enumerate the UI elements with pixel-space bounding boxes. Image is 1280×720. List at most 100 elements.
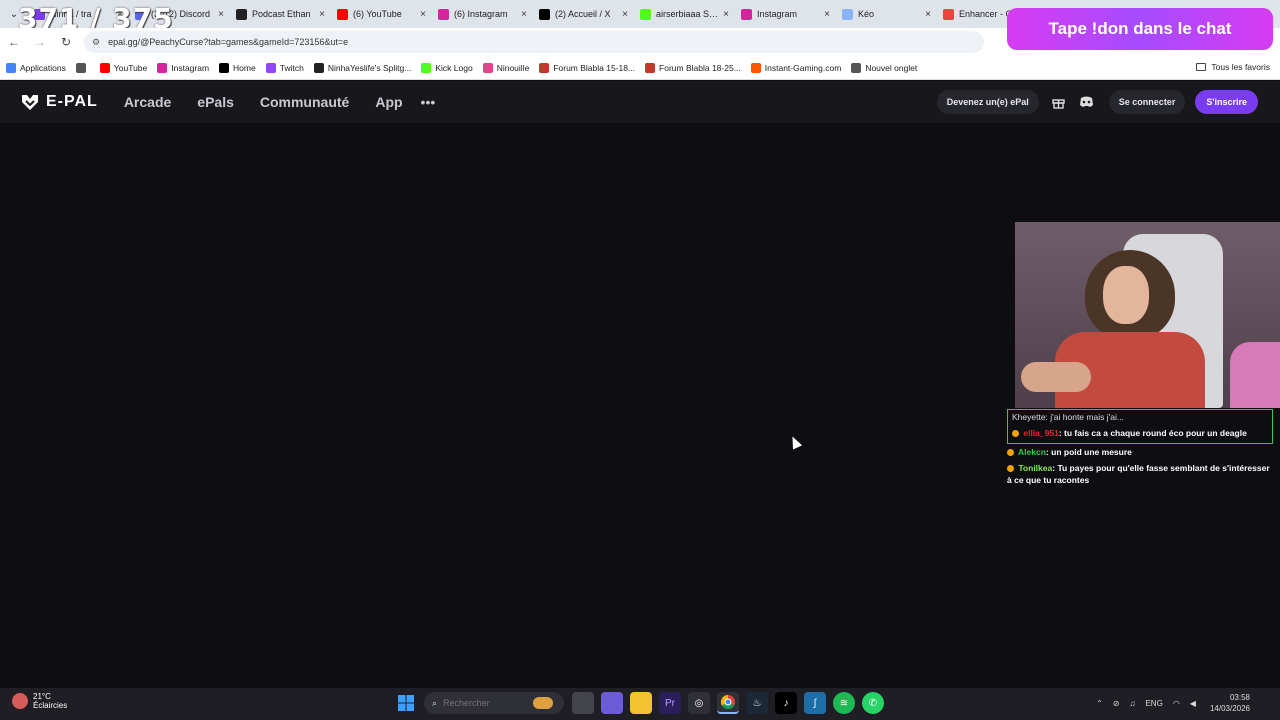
bookmark-item[interactable]: NinhaYeslife's Splitg... (313, 62, 412, 73)
bookmark-item[interactable]: Applications (6, 62, 66, 73)
tab-close-icon[interactable]: × (723, 9, 729, 20)
nav-arcade[interactable]: Arcade (124, 94, 171, 110)
tab-label: (6) YouTube (353, 9, 402, 19)
login-button[interactable]: Se connecter (1108, 90, 1186, 114)
webcam-overlay (1015, 222, 1280, 408)
tab-close-icon[interactable]: × (925, 9, 931, 20)
browser-tab[interactable]: (6) Instagram × (432, 0, 533, 28)
bookmark-favicon-icon (421, 62, 432, 73)
all-favorites-label: Tous les favoris (1211, 62, 1270, 72)
url-input[interactable] (108, 37, 929, 47)
premiere-icon[interactable]: Pr (659, 692, 681, 714)
more-menu-icon[interactable]: ••• (421, 94, 436, 110)
bookmark-item[interactable]: Forum Blabla 15-18... (539, 62, 635, 73)
browser-tab[interactable]: Instagram × (735, 0, 836, 28)
stream-chat: Kheyette: j'ai honte mais j'ai... ellia_… (1007, 409, 1273, 488)
tab-close-icon[interactable]: × (622, 9, 628, 20)
forward-icon[interactable]: → (28, 30, 52, 54)
nav-communaute[interactable]: Communauté (260, 94, 349, 110)
chrome-icon[interactable] (717, 692, 739, 714)
browser-tab[interactable]: airserbiaaa Stre × (634, 0, 735, 28)
taskbar-search[interactable]: ⌕ (424, 692, 564, 714)
browser-tab[interactable]: Podcast Ethan × (230, 0, 331, 28)
chevron-up-icon[interactable]: ⌃ (1096, 699, 1103, 708)
bookmark-favicon-icon (750, 62, 761, 73)
tab-close-icon[interactable]: × (218, 9, 224, 20)
bookmark-favicon-icon (6, 62, 16, 73)
signup-button[interactable]: S'inscrire (1195, 90, 1258, 114)
bookmark-label: Applications (20, 62, 66, 73)
chat-text: tu fais ca a chaque round éco pour un de… (1064, 428, 1247, 438)
bookmark-item[interactable]: Kick Logo (421, 62, 473, 73)
chat-reply-reference: Kheyette: j'ai honte mais j'ai... (1012, 412, 1124, 422)
all-favorites[interactable]: Tous les favoris (1196, 62, 1270, 72)
tab-favicon-icon (943, 8, 954, 20)
bookmark-favicon-icon (75, 62, 86, 73)
bookmark-favicon-icon (313, 62, 324, 73)
whatsapp-icon[interactable]: ✆ (862, 692, 884, 714)
task-view-icon[interactable] (572, 692, 594, 714)
bookmark-favicon-icon (157, 62, 168, 73)
bookmark-favicon-icon (482, 62, 493, 73)
bookmark-label: Twitch (279, 62, 304, 73)
epal-logo-icon (22, 95, 38, 110)
copilot-icon[interactable] (601, 692, 623, 714)
spotify-icon[interactable]: ≋ (833, 692, 855, 714)
bookmarks-bar: Applications YouTube Instagram Home Twitch Ni… (0, 56, 1280, 80)
nav-epals[interactable]: ePals (197, 94, 234, 110)
discord-icon[interactable] (1079, 94, 1095, 110)
url-field[interactable]: ⚙ (84, 31, 984, 53)
tab-close-icon[interactable]: × (420, 9, 426, 20)
obs-icon[interactable]: ◎ (688, 692, 710, 714)
weather-temp: 21°C (33, 692, 51, 701)
clock[interactable]: 03:58 14/03/2026 (1210, 692, 1250, 714)
bookmark-item[interactable]: Instant-Gaming.com (750, 62, 842, 73)
chat-username: ellia_951 (1023, 428, 1059, 438)
chat-message: Tonilkea: Tu payes pour qu'elle fasse se… (1007, 463, 1270, 485)
wifi-icon[interactable]: ◠ (1173, 699, 1180, 708)
bookmark-item[interactable]: Nouvel onglet (851, 62, 917, 73)
taskbar-search-input[interactable] (443, 698, 534, 708)
tab-close-icon[interactable]: × (319, 9, 325, 20)
site-info-icon[interactable]: ⚙ (92, 37, 100, 48)
language-indicator[interactable]: ENG (1145, 699, 1162, 708)
weather-widget[interactable]: 21°C Éclaircies (12, 692, 67, 710)
reload-icon[interactable]: ↻ (54, 30, 78, 54)
gift-icon[interactable] (1051, 94, 1067, 110)
browser-tab[interactable]: (2) Accueil / X × (533, 0, 634, 28)
bookmark-item[interactable]: Instagram (157, 62, 209, 73)
bookmark-label: Forum Blabla 18-25... (659, 62, 741, 73)
become-epal-button[interactable]: Devenez un(e) ePal (936, 90, 1039, 114)
tab-close-icon[interactable]: × (521, 9, 527, 20)
bookmark-item[interactable] (75, 62, 90, 73)
microphone-icon[interactable]: ♫ (1129, 699, 1135, 708)
tab-label: Instagram (757, 9, 798, 19)
file-explorer-icon[interactable] (630, 692, 652, 714)
volume-icon[interactable]: ◀ (1190, 699, 1196, 708)
steam-icon[interactable]: ♨ (746, 692, 768, 714)
notification-off-icon[interactable]: ⊘ (1113, 699, 1120, 708)
tab-favicon-icon (640, 8, 651, 20)
browser-tab[interactable]: Kéo × (836, 0, 937, 28)
bookmark-item[interactable]: YouTube (99, 62, 147, 73)
tiktok-icon[interactable]: ♪ (775, 692, 797, 714)
chat-text: un poid une mesure (1051, 447, 1132, 457)
clock-date: 14/03/2026 (1209, 704, 1250, 713)
back-icon[interactable]: ← (2, 30, 26, 54)
bookmark-item[interactable]: Forum Blabla 18-25... (645, 62, 741, 73)
app-s-icon[interactable]: ʃ (804, 692, 826, 714)
tab-close-icon[interactable]: × (824, 9, 830, 20)
bookmark-item[interactable]: Twitch (265, 62, 304, 73)
bookmark-favicon-icon (265, 62, 276, 73)
bookmark-item[interactable]: Ninouille (482, 62, 529, 73)
tab-label: Kéo (858, 9, 875, 19)
windows-start-icon[interactable] (395, 692, 417, 714)
bookmark-label: NinhaYeslife's Splitg... (327, 62, 412, 73)
bookmark-favicon-icon (851, 62, 862, 73)
epal-logo[interactable]: E-PAL (20, 92, 98, 112)
bookmark-label: Instant-Gaming.com (764, 62, 842, 73)
browser-tab[interactable]: (6) YouTube × (331, 0, 432, 28)
taskbar: 21°C Éclaircies ⌕ Pr ◎ ♨ ♪ ʃ ≋ (0, 688, 1280, 720)
bookmark-item[interactable]: Home (219, 62, 256, 73)
nav-app[interactable]: App (375, 94, 402, 110)
